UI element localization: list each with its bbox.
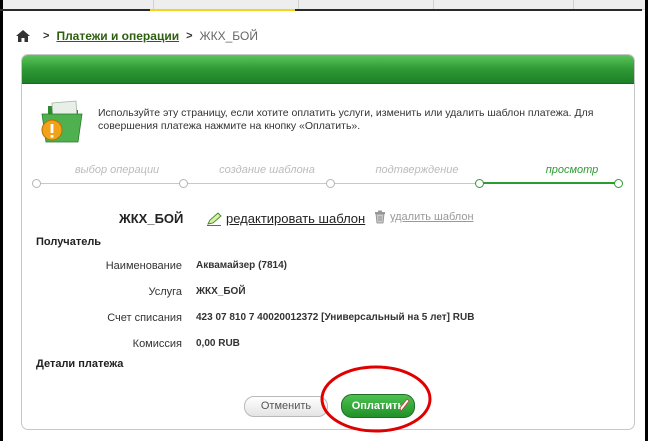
step-dot [326,179,335,188]
field-value-commission: 0,00 RUB [196,338,240,349]
pay-button[interactable]: Оплатить [341,394,415,418]
folder-info-icon [41,100,83,143]
field-value-account: 423 07 810 7 40020012372 [Универсальный … [196,312,475,323]
step-label-confirm: подтверждение [375,164,459,176]
breadcrumb: > Платежи и операции > ЖКХ_БОЙ [16,29,258,43]
field-label-commission: Комиссия [132,338,182,350]
top-nav-divider [153,0,154,9]
edit-template-link[interactable]: редактировать шаблон [226,211,365,226]
step-label-select: выбор операции [74,164,160,176]
pencil-icon [207,211,222,226]
edit-template-control[interactable]: редактировать шаблон [206,211,365,226]
template-name: ЖКХ_БОЙ [119,211,184,226]
step-connector [36,183,476,184]
trash-icon [375,210,385,224]
intro-text: Используйте эту страницу, если хотите оп… [98,107,594,132]
step-dot-active [475,179,484,188]
progress-steps: выбор операции создание шаблона подтверж… [32,164,623,194]
recipient-section-title: Получатель [36,236,102,248]
step-connector-active [478,182,618,184]
home-icon[interactable] [16,30,30,42]
breadcrumb-current: ЖКХ_БОЙ [199,29,258,43]
breadcrumb-separator: > [43,30,50,42]
top-nav-divider [298,0,299,9]
breadcrumb-link-payments[interactable]: Платежи и операции [56,29,179,43]
field-label-name: Наименование [105,260,182,272]
field-label-account: Счет списания [107,312,182,324]
delete-template-control[interactable]: удалить шаблон [374,210,474,224]
top-nav-divider [433,0,434,9]
top-nav-divider [573,0,574,9]
field-label-service: Услуга [148,286,182,298]
delete-template-link[interactable]: удалить шаблон [390,211,474,223]
pen-icon [399,398,410,412]
step-dot-end [614,179,623,188]
step-label-view: просмотр [545,164,599,176]
step-dot [179,179,188,188]
panel-header [22,55,634,84]
pay-button-label: Оплатить [351,400,405,412]
step-dot [32,179,41,188]
payment-template-panel: Используйте эту страницу, если хотите оп… [21,54,635,430]
field-value-service: ЖКХ_БОЙ [196,286,246,297]
field-value-name: Аквамайзер (7814) [196,260,287,271]
payment-details-section-title: Детали платежа [36,358,124,370]
window-frame-left [0,0,3,441]
breadcrumb-separator: > [186,30,193,42]
top-nav-accent [0,9,642,11]
active-tab-indicator [150,9,295,11]
step-label-create: создание шаблона [219,164,315,176]
cancel-button[interactable]: Отменить [244,396,328,417]
